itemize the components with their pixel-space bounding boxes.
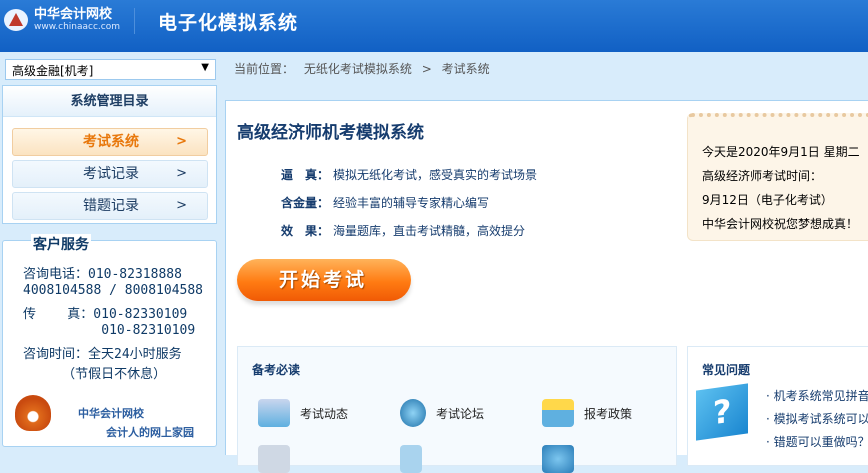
select-value: 高级金融[机考] — [12, 64, 94, 78]
chevron-right-icon: > — [176, 198, 187, 213]
menu-item-error-records[interactable]: 错题记录 > — [12, 192, 208, 220]
faq-box: 常见问题 ? · 机考系统常见拼音 · 模拟考试系统可以 · 错题可以重做吗？ — [687, 346, 868, 466]
breadcrumb-link[interactable]: 无纸化考试模拟系统 — [304, 62, 412, 76]
exam-type-select[interactable]: 高级金融[机考] ▼ — [5, 59, 216, 80]
customer-service: 客户服务 咨询电话：010-82318888 4008104588 / 8008… — [2, 234, 217, 447]
service-fax-2: 010-82310109 — [23, 323, 196, 338]
service-phone: 咨询电话：010-82318888 — [23, 267, 182, 282]
logo-icon — [4, 9, 28, 31]
faq-link[interactable]: · 模拟考试系统可以 — [766, 410, 868, 427]
prep-item-label: 报考政策 — [584, 406, 633, 421]
faq-title: 常见问题 — [702, 363, 751, 377]
faq-link[interactable]: · 机考系统常见拼音 — [766, 387, 868, 404]
chevron-right-icon: > — [176, 166, 187, 181]
feature-value: 经验丰富的辅导专家精心编写 — [333, 196, 490, 210]
feature-key: 效 果： — [281, 224, 330, 238]
feature-key: 含金量： — [281, 196, 330, 210]
menu-item-label: 考试系统 — [83, 134, 139, 150]
service-fax: 传 真：010-82330109 — [23, 307, 188, 322]
faq-link[interactable]: · 错题可以重做吗？ — [766, 433, 868, 450]
book-icon — [400, 445, 422, 473]
question-icon: ? — [696, 383, 748, 441]
main-panel: 高级经济师机考模拟系统 逼 真： 模拟无纸化考试，感受真实的考试场景 含金量： 经验… — [225, 100, 868, 473]
service-slogan: 中华会计网校 — [78, 407, 144, 420]
menu-item-exam-system[interactable]: 考试系统 > — [12, 128, 208, 156]
notice-date: 今天是2020年9月1日 星期二 — [702, 145, 860, 159]
globe-folder-icon — [542, 445, 574, 473]
prep-item-label: 考试动态 — [300, 406, 349, 421]
chevron-right-icon: > — [176, 134, 187, 149]
service-slogan-2: 会计人的网上家园 — [106, 426, 194, 439]
page-title: 高级经济师机考模拟系统 — [237, 123, 424, 143]
breadcrumb: 当前位置： 无纸化考试模拟系统 > 考试系统 — [234, 60, 496, 77]
feature-row: 逼 真： 模拟无纸化考试，感受真实的考试场景 — [281, 166, 537, 183]
menu-item-exam-records[interactable]: 考试记录 > — [12, 160, 208, 188]
logo[interactable]: 中华会计网校 www.chinaacc.com — [4, 8, 120, 32]
prep-reading-box: 备考必读 考试动态 考试论坛 报考政策 — [237, 346, 677, 473]
chevron-down-icon: ▼ — [201, 62, 209, 73]
breadcrumb-current: 考试系统 — [441, 62, 490, 76]
breadcrumb-label: 当前位置： — [234, 62, 295, 76]
notice-exam-date: 9月12日（电子化考试） — [702, 193, 833, 207]
prep-item-forum[interactable]: 考试论坛 — [400, 399, 484, 427]
feature-row: 效 果： 海量题库，直击考试精髓，高效提分 — [281, 222, 525, 239]
service-hotline: 4008104588 / 8008104588 — [23, 283, 204, 298]
globe-icon — [400, 399, 426, 427]
system-menu: 系统管理目录 考试系统 > 考试记录 > 错题记录 > — [2, 85, 217, 224]
prep-item-exam-news[interactable]: 考试动态 — [258, 399, 348, 427]
notice-box: 今天是2020年9月1日 星期二 高级经济师考试时间： 9月12日（电子化考试）… — [687, 113, 868, 241]
prep-item-policy[interactable]: 报考政策 — [542, 399, 632, 427]
notice-wish: 中华会计网校祝您梦想成真！ — [702, 217, 859, 231]
service-holiday: （节假日不休息） — [23, 367, 167, 382]
header: 中华会计网校 www.chinaacc.com 电子化模拟系统 — [0, 0, 868, 52]
feature-value: 海量题库，直击考试精髓，高效提分 — [333, 224, 526, 238]
feature-key: 逼 真： — [281, 168, 330, 182]
feature-row: 含金量： 经验丰富的辅导专家精心编写 — [281, 194, 489, 211]
app-title: 电子化模拟系统 — [158, 12, 299, 34]
logo-name: 中华会计网校 — [34, 7, 113, 22]
folder-icon — [258, 399, 290, 427]
logo-url: www.chinaacc.com — [34, 22, 120, 32]
document-icon — [258, 445, 290, 473]
prep-title: 备考必读 — [252, 363, 301, 377]
service-title: 客户服务 — [31, 234, 91, 254]
star-folder-icon — [542, 399, 574, 427]
header-divider — [134, 8, 135, 34]
notice-exam-label: 高级经济师考试时间： — [702, 169, 823, 183]
prep-item-label: 考试论坛 — [436, 406, 485, 421]
telephone-icon — [15, 395, 51, 431]
menu-title: 系统管理目录 — [3, 86, 216, 117]
menu-item-label: 考试记录 — [83, 166, 139, 182]
breadcrumb-separator: > — [421, 62, 432, 76]
menu-item-label: 错题记录 — [83, 198, 139, 214]
feature-value: 模拟无纸化考试，感受真实的考试场景 — [333, 168, 538, 182]
start-exam-button[interactable]: 开始考试 — [237, 259, 411, 301]
service-hours: 咨询时间：全天24小时服务 — [23, 347, 182, 362]
